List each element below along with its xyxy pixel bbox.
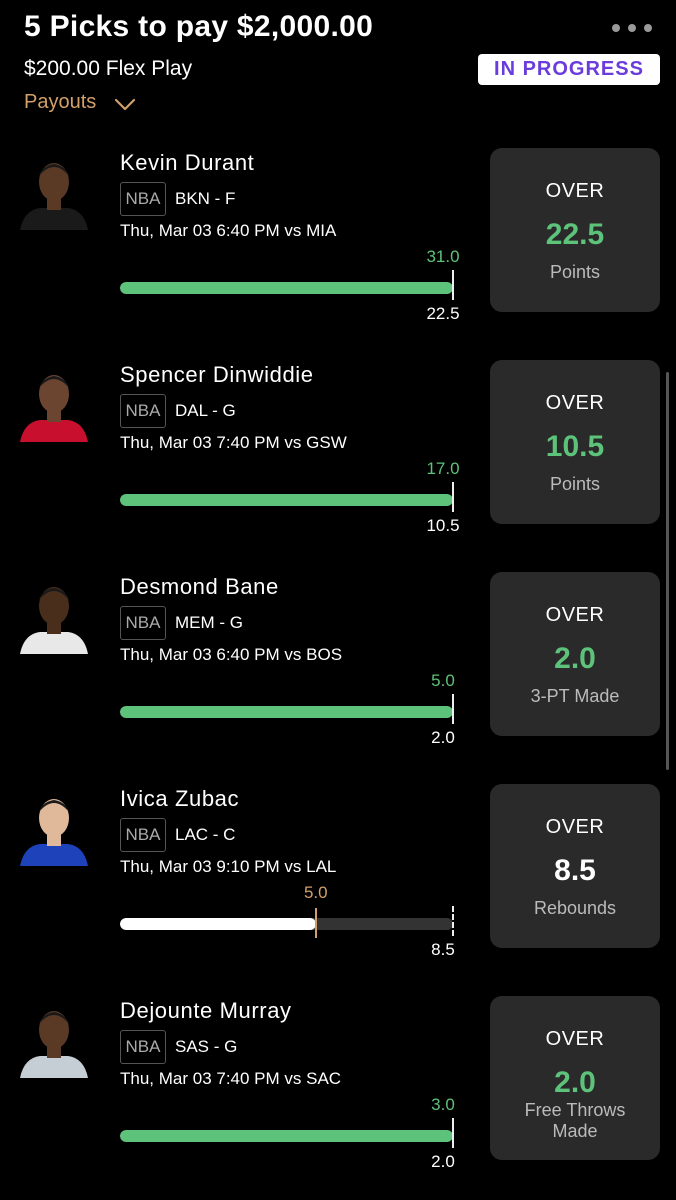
play-type-label: $200.00 Flex Play [24,57,193,80]
line-marker [452,482,454,512]
actual-value: 3.0 [431,1095,455,1114]
projection-value: 22.5 [545,218,605,251]
game-time: Thu, Mar 03 7:40 PM vs SAC [120,1069,342,1088]
progress-fill [120,494,453,506]
player-name: Dejounte Murray [120,998,292,1023]
line-marker [452,694,454,724]
actual-value: 17.0 [426,459,460,478]
projection-card[interactable]: OVER 2.0 3-PT Made [490,572,660,736]
line-value: 10.5 [426,516,460,535]
progress-track [120,706,453,718]
header: 5 Picks to pay $2,000.00 $200.00 Flex Pl… [0,0,676,130]
player-headshot-icon [16,154,92,230]
projection-value: 10.5 [545,430,605,463]
pick-row[interactable]: Dejounte Murray NBA SAS - G Thu, Mar 03 … [0,996,676,1200]
projection-card[interactable]: OVER 10.5 Points [490,360,660,524]
league-badge: NBA [120,394,166,428]
progress-track [120,282,453,294]
page-title: 5 Picks to pay $2,000.00 [24,10,374,43]
player-headshot-icon [16,1002,92,1078]
actual-value: 5.0 [431,671,455,690]
player-name: Kevin Durant [120,150,255,175]
line-value: 8.5 [431,940,455,959]
game-time: Thu, Mar 03 7:40 PM vs GSW [120,433,347,452]
progress-track [120,918,453,930]
player-name: Desmond Bane [120,574,279,599]
payouts-toggle[interactable]: Payouts [24,91,136,114]
player-headshot-icon [16,790,92,866]
direction-label: OVER [545,180,605,202]
pick-row[interactable]: Desmond Bane NBA MEM - G Thu, Mar 03 6:4… [0,572,676,784]
game-time: Thu, Mar 03 6:40 PM vs BOS [120,645,343,664]
pick-row[interactable]: Kevin Durant NBA BKN - F Thu, Mar 03 6:4… [0,148,676,360]
direction-label: OVER [545,1028,605,1050]
stat-label: Points [549,474,601,494]
scrollbar[interactable] [666,372,669,770]
line-marker [452,270,454,300]
team-position: LAC - C [175,825,236,844]
line-value: 2.0 [431,728,455,747]
game-time: Thu, Mar 03 9:10 PM vs LAL [120,857,337,876]
league-badge: NBA [120,606,166,640]
line-value: 22.5 [426,304,460,323]
player-headshot-icon [16,366,92,442]
league-badge: NBA [120,818,166,852]
team-position: SAS - G [175,1037,238,1056]
progress-fill [120,918,316,930]
actual-value: 31.0 [426,247,460,266]
progress-fill [120,282,453,294]
team-position: BKN - F [175,189,236,208]
league-badge: NBA [120,182,166,216]
progress-track [120,1130,453,1142]
projection-card[interactable]: OVER 8.5 Rebounds [490,784,660,948]
team-position: MEM - G [175,613,243,632]
stat-label: Points [549,262,601,282]
direction-label: OVER [545,392,605,414]
player-name: Spencer Dinwiddie [120,362,314,387]
league-badge: NBA [120,1030,166,1064]
progress-fill [120,1130,453,1142]
projection-value: 2.0 [554,1066,596,1099]
pick-row[interactable]: Ivica Zubac NBA LAC - C Thu, Mar 03 9:10… [0,784,676,996]
progress-fill [120,706,453,718]
projection-value: 2.0 [554,642,596,675]
stat-label: Rebounds [533,898,617,918]
stat-label: 3-PT Made [530,686,620,706]
status-badge: IN PROGRESS [478,54,660,85]
line-marker [452,906,454,936]
projection-value: 8.5 [554,854,596,887]
actual-value: 5.0 [303,883,328,902]
projection-card[interactable]: OVER 22.5 Points [490,148,660,312]
chevron-down-icon [115,98,136,110]
current-value-marker [314,908,317,938]
team-position: DAL - G [175,401,236,420]
payouts-label: Payouts [24,91,97,113]
more-options-icon[interactable] [612,24,652,32]
player-headshot-icon [16,578,92,654]
line-value: 2.0 [431,1152,455,1171]
direction-label: OVER [545,604,605,626]
line-marker [452,1118,454,1148]
direction-label: OVER [545,816,605,838]
pick-row[interactable]: Spencer Dinwiddie NBA DAL - G Thu, Mar 0… [0,360,676,572]
player-name: Ivica Zubac [120,786,240,811]
progress-track [120,494,453,506]
projection-card[interactable]: OVER 2.0 Free Throws Made [490,996,660,1160]
stat-label: Free Throws Made [524,1100,626,1141]
game-time: Thu, Mar 03 6:40 PM vs MIA [120,221,337,240]
